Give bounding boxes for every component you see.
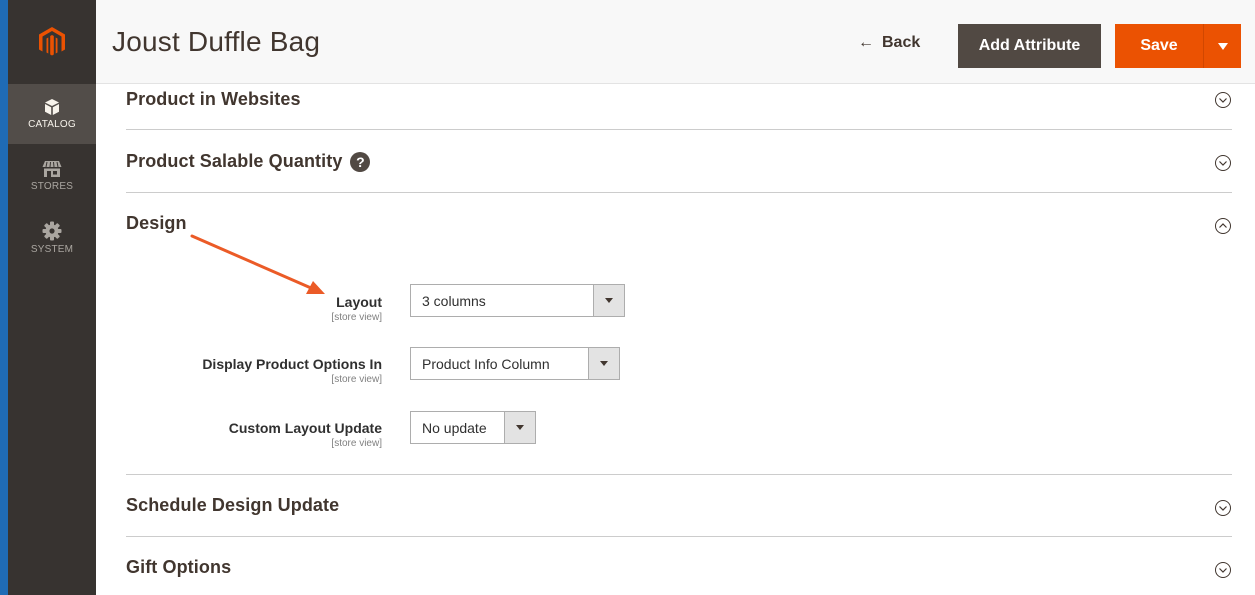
gear-icon xyxy=(42,221,62,241)
sidebar-item-label: CATALOG xyxy=(28,119,76,130)
field-scope: [store view] xyxy=(331,438,382,449)
chevron-down-icon[interactable] xyxy=(1214,499,1232,517)
section-gift-options[interactable]: Gift Options xyxy=(126,537,1232,595)
arrow-left-icon: ← xyxy=(858,34,874,51)
back-button[interactable]: ← Back xyxy=(858,34,920,52)
section-title-row: Product Salable Quantity ? xyxy=(126,151,371,172)
section-product-salable-quantity[interactable]: Product Salable Quantity ? xyxy=(126,130,1232,193)
custom-layout-update-select[interactable]: No update xyxy=(410,411,536,444)
section-title: Gift Options xyxy=(126,557,232,577)
section-design: Design Layout [store view] 3 columns Dis… xyxy=(126,193,1232,475)
field-label-custom-layout-update: Custom Layout Update [store view] xyxy=(122,420,382,449)
field-label-layout: Layout [store view] xyxy=(122,294,382,323)
section-title: Product Salable Quantity xyxy=(126,151,343,171)
back-label: Back xyxy=(882,34,921,51)
caret-down-icon xyxy=(516,425,524,430)
sidebar-item-stores[interactable]: STORES xyxy=(8,146,96,206)
cube-icon xyxy=(45,99,59,115)
select-value: Product Info Column xyxy=(422,355,550,372)
field-label-text: Display Product Options In xyxy=(202,356,382,372)
field-scope: [store view] xyxy=(331,374,382,385)
section-title: Product in Websites xyxy=(126,89,301,109)
select-value: 3 columns xyxy=(422,292,486,309)
save-button[interactable]: Save xyxy=(1115,24,1203,68)
sidebar-item-catalog[interactable]: CATALOG xyxy=(8,84,96,144)
magento-logo-icon[interactable] xyxy=(8,0,96,84)
chevron-up-icon[interactable] xyxy=(1214,217,1232,235)
page-title: Joust Duffle Bag xyxy=(112,26,321,57)
select-value: No update xyxy=(422,419,487,436)
caret-down-icon xyxy=(600,361,608,366)
select-toggle[interactable] xyxy=(593,285,624,316)
caret-down-icon xyxy=(605,298,613,303)
save-split-button: Save xyxy=(1115,24,1241,68)
admin-sidebar: CATALOG STORES SYSTEM xyxy=(8,0,96,595)
add-attribute-button[interactable]: Add Attribute xyxy=(958,24,1101,68)
page-header: Joust Duffle Bag ← Back Add Attribute Sa… xyxy=(96,0,1255,84)
admin-window: CATALOG STORES SYSTEM Joust Duffle Bag ←… xyxy=(0,0,1255,595)
select-toggle[interactable] xyxy=(588,348,619,379)
save-options-toggle[interactable] xyxy=(1203,24,1241,68)
section-title[interactable]: Design xyxy=(126,213,187,234)
window-edge xyxy=(0,0,8,595)
chevron-down-icon[interactable] xyxy=(1214,561,1232,579)
section-product-in-websites[interactable]: Product in Websites xyxy=(126,84,1232,130)
storefront-icon xyxy=(42,161,62,177)
display-product-options-select[interactable]: Product Info Column xyxy=(410,347,620,380)
field-scope: [store view] xyxy=(331,312,382,323)
sidebar-item-system[interactable]: SYSTEM xyxy=(8,208,96,268)
section-title: Schedule Design Update xyxy=(126,495,340,515)
caret-down-icon xyxy=(1217,42,1228,50)
select-toggle[interactable] xyxy=(504,412,535,443)
section-schedule-design-update[interactable]: Schedule Design Update xyxy=(126,475,1232,537)
field-label-display-product-options: Display Product Options In [store view] xyxy=(122,356,382,385)
chevron-down-icon[interactable] xyxy=(1214,91,1232,109)
help-icon[interactable]: ? xyxy=(350,151,371,172)
field-label-text: Custom Layout Update xyxy=(228,420,382,436)
layout-select[interactable]: 3 columns xyxy=(410,284,625,317)
sidebar-item-label: STORES xyxy=(30,181,74,192)
field-label-text: Layout xyxy=(336,294,382,310)
product-form: Product in Websites Product Salable Quan… xyxy=(96,84,1255,595)
chevron-down-icon[interactable] xyxy=(1214,154,1232,172)
sidebar-item-label: SYSTEM xyxy=(30,244,74,255)
